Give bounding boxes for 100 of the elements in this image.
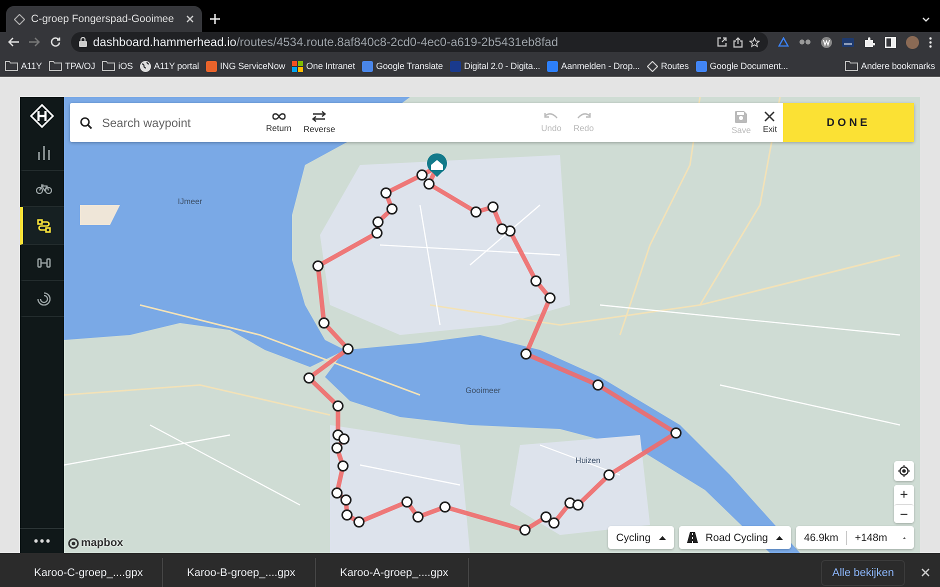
menu-icon[interactable] (929, 36, 932, 48)
close-icon[interactable] (921, 568, 930, 577)
avatar-icon[interactable] (906, 36, 919, 48)
map-label: Gooimeer (465, 386, 501, 395)
h-logo-icon (30, 104, 54, 128)
waypoint-marker[interactable] (412, 511, 424, 523)
side-panel-icon[interactable] (885, 36, 896, 48)
waypoint-marker[interactable] (540, 511, 552, 523)
waypoint-marker[interactable] (603, 469, 615, 481)
bookmark[interactable]: Google Translate (362, 60, 443, 72)
download-item[interactable]: Karoo-B-groep_....gpx (163, 558, 316, 587)
home-marker[interactable] (427, 153, 447, 177)
locate-button[interactable] (894, 461, 914, 481)
waypoint-marker[interactable] (332, 400, 344, 412)
chevron-down-icon[interactable] (922, 17, 930, 22)
caret-up-icon (776, 536, 783, 540)
waypoint-marker[interactable] (380, 187, 392, 199)
zoom-out-button[interactable]: − (894, 504, 914, 523)
waypoint-marker[interactable] (401, 496, 413, 508)
glasses-extension-icon[interactable] (799, 39, 811, 45)
bookmark[interactable]: TPA/OJ (48, 61, 96, 71)
address-bar[interactable]: dashboard.hammerhead.io/routes/4534.route.8af840c8-2cd0-4ec0-a619-2b5431eb8fad (71, 32, 768, 52)
star-icon[interactable] (749, 36, 760, 48)
waypoint-marker[interactable] (337, 460, 349, 472)
waypoint-marker[interactable] (303, 372, 315, 384)
waypoint-marker[interactable] (342, 343, 354, 355)
toolbar-button[interactable]: Exit (756, 111, 783, 134)
caret-up-icon (903, 536, 906, 540)
zoom-in-button[interactable]: + (894, 485, 914, 504)
bookmark[interactable]: Google Document... (696, 60, 788, 72)
show-all-button[interactable]: Alle bekijken (821, 560, 905, 586)
waypoint-marker[interactable] (372, 216, 384, 228)
spinner-icon (36, 292, 50, 306)
w-extension-icon[interactable] (821, 36, 832, 48)
waypoint-marker[interactable] (331, 442, 343, 454)
forward-arrow-icon[interactable] (29, 37, 40, 47)
profile-dropdown[interactable]: Road Cycling (678, 526, 791, 549)
waypoint-marker[interactable] (338, 433, 350, 445)
folder-icon (5, 61, 18, 71)
bookmark[interactable]: Digital 2.0 - Digita... (450, 60, 540, 72)
extension-icon[interactable] (842, 38, 854, 46)
waypoint-marker[interactable] (416, 169, 428, 181)
download-item[interactable]: Karoo-A-groep_....gpx (316, 558, 469, 587)
bookmark[interactable]: A11Y portal (140, 60, 200, 72)
bookmark[interactable]: Routes (646, 60, 689, 72)
waypoint-marker[interactable] (592, 379, 604, 391)
waypoint-marker[interactable] (318, 317, 330, 329)
bookmark[interactable]: One Intranet (292, 60, 355, 72)
globe-icon (140, 60, 151, 72)
bookmark[interactable]: A11Y (5, 61, 42, 71)
sport-dropdown[interactable]: Cycling (608, 526, 674, 549)
waypoint-marker[interactable] (496, 223, 508, 235)
route-icon (36, 218, 50, 232)
done-button[interactable]: DONE (783, 103, 914, 142)
back-arrow-icon[interactable] (8, 37, 19, 47)
waypoint-marker[interactable] (439, 501, 451, 513)
folder-icon (102, 61, 116, 71)
toolbar-button[interactable]: Reverse (298, 111, 342, 134)
more-icon[interactable] (34, 539, 50, 543)
waypoint-marker[interactable] (487, 201, 499, 213)
waypoint-marker[interactable] (544, 292, 556, 304)
diamond-logo-icon (14, 14, 25, 24)
mapbox-logo[interactable]: mapbox (68, 537, 124, 549)
download-item[interactable]: Karoo-C-groep_....gpx (10, 558, 163, 587)
diamond-logo-icon (646, 60, 658, 72)
share-icon[interactable] (733, 36, 743, 48)
waypoint-marker[interactable] (530, 275, 542, 287)
sidebar-item[interactable] (20, 207, 64, 245)
four-squares-icon (292, 60, 304, 72)
waypoint-marker[interactable] (423, 178, 435, 190)
waypoint-marker[interactable] (340, 494, 352, 506)
waypoint-marker[interactable] (341, 509, 353, 521)
open-external-icon[interactable] (717, 37, 727, 47)
elevation-value: +148m (854, 532, 888, 544)
lock-icon (79, 37, 87, 47)
folder-icon (845, 61, 858, 71)
bicycle-icon (36, 184, 52, 194)
waypoint-marker[interactable] (331, 487, 343, 499)
other-bookmarks[interactable]: Andere bookmarks (845, 61, 935, 71)
route-stats-dropdown[interactable]: 46.9km +148m (796, 526, 914, 549)
waypoint-marker[interactable] (519, 524, 531, 536)
new-tab-icon[interactable] (210, 14, 220, 24)
bookmark[interactable]: Aanmelden - Drop... (547, 60, 640, 72)
waypoint-marker[interactable] (670, 427, 682, 439)
waypoint-marker[interactable] (386, 203, 398, 215)
bookmark[interactable]: ING ServiceNow (206, 60, 286, 72)
waypoint-marker[interactable] (470, 206, 482, 218)
close-icon[interactable] (186, 15, 194, 23)
waypoint-marker[interactable] (312, 260, 324, 272)
triangle-extension-icon[interactable] (778, 37, 789, 47)
toolbar-button[interactable]: Return (260, 112, 298, 133)
reload-icon[interactable] (50, 36, 61, 48)
waypoint-marker[interactable] (520, 348, 532, 360)
waypoint-marker[interactable] (548, 517, 560, 529)
waypoint-marker[interactable] (353, 516, 365, 528)
puzzle-icon[interactable] (864, 36, 875, 48)
waypoint-marker[interactable] (572, 499, 584, 511)
bookmark[interactable]: iOS (102, 61, 133, 71)
waypoint-marker[interactable] (371, 227, 383, 239)
browser-tab[interactable]: C-groep Fongerspad-Gooimee (6, 6, 202, 32)
